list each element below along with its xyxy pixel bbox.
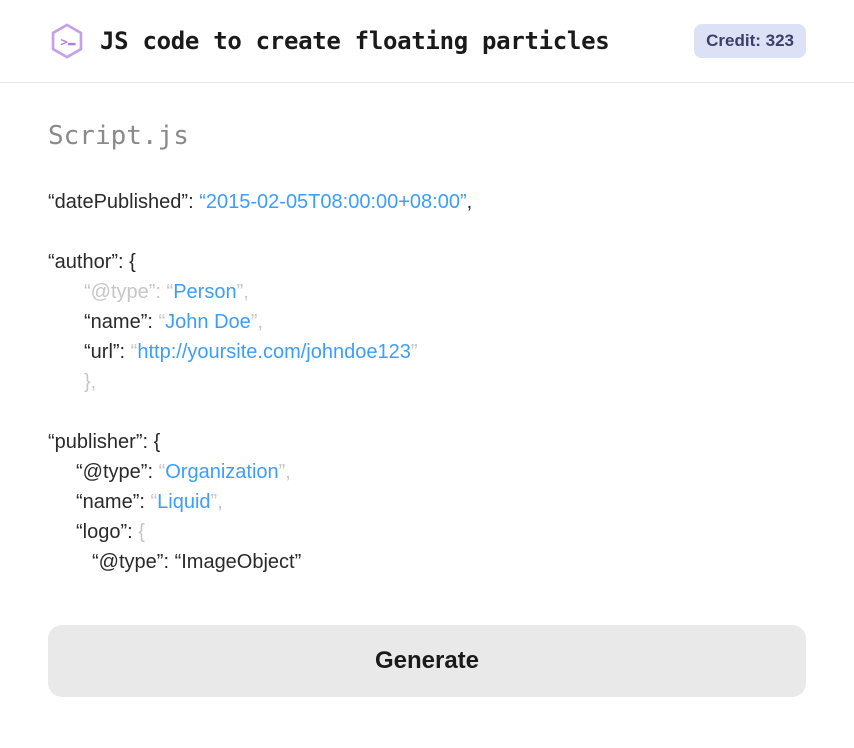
generate-button[interactable]: Generate: [48, 625, 806, 697]
header-bar: > JS code to create floating particles C…: [0, 0, 854, 83]
json-value: “ImageObject”: [175, 551, 302, 573]
json-key: “@type”: [92, 551, 163, 573]
page-title: JS code to create floating particles: [100, 27, 680, 55]
json-value: http://yoursite.com/johndoe123: [137, 341, 411, 363]
code-line: “publisher”: {: [48, 427, 806, 457]
json-key: “@type”: [76, 461, 147, 483]
json-key: “logo”: [76, 521, 127, 543]
json-value: Person: [173, 281, 236, 303]
code-line: “logo”: {: [48, 517, 806, 547]
json-key: “author”: [48, 251, 118, 273]
json-key: “name”: [84, 311, 147, 333]
json-value: Liquid: [157, 491, 210, 513]
code-line: },: [48, 367, 806, 397]
filename-label: Script.js: [48, 121, 806, 151]
app-logo-icon: >: [48, 22, 86, 60]
json-value: John Doe: [165, 311, 251, 333]
json-key: “publisher”: [48, 431, 142, 453]
json-key: “url”: [84, 341, 120, 363]
json-key: “datePublished”: [48, 191, 188, 213]
json-key: “name”: [76, 491, 139, 513]
content-area: Script.js “datePublished”: “2015-02-05T0…: [0, 83, 854, 697]
code-line: “@type”: “Person”,: [48, 277, 806, 307]
code-line: “@type”: “ImageObject”: [48, 547, 806, 577]
svg-text:>: >: [60, 35, 67, 49]
json-value: Organization: [165, 461, 278, 483]
code-line: “url”: “http://yoursite.com/johndoe123”: [48, 337, 806, 367]
code-line: “author”: {: [48, 247, 806, 277]
json-key: “@type”: [84, 281, 155, 303]
credit-badge: Credit: 323: [694, 24, 806, 58]
code-line: “name”: “John Doe”,: [48, 307, 806, 337]
code-line: “@type”: “Organization”,: [48, 457, 806, 487]
code-block: “datePublished”: “2015-02-05T08:00:00+08…: [48, 187, 806, 577]
code-line: “datePublished”: “2015-02-05T08:00:00+08…: [48, 187, 806, 217]
json-value: “2015-02-05T08:00:00+08:00”: [199, 191, 466, 213]
code-line: “name”: “Liquid”,: [48, 487, 806, 517]
